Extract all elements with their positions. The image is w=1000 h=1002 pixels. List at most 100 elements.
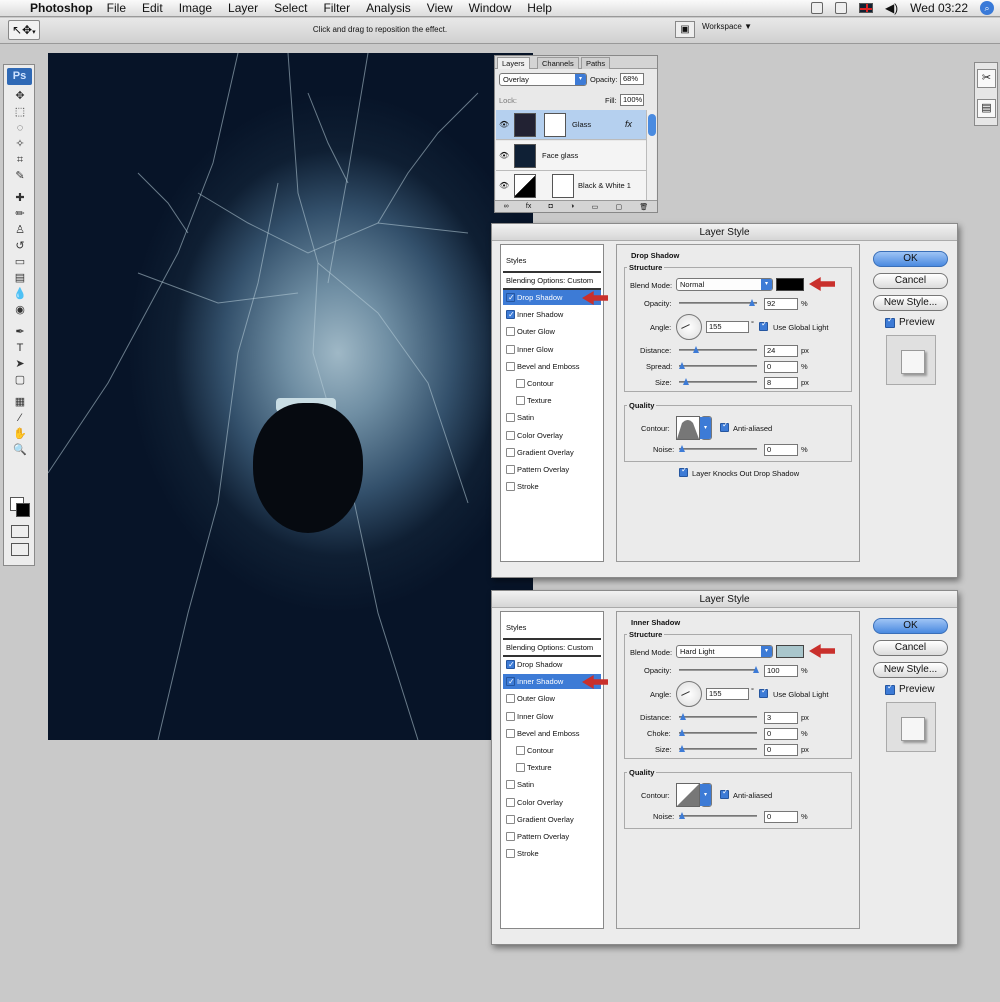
opacity-slider[interactable] [679,666,759,673]
eye-icon[interactable]: 👁 [499,181,509,190]
info-icon[interactable]: ▤ [977,99,996,118]
checkbox[interactable] [506,431,515,440]
checkbox[interactable] [506,712,515,721]
checkbox[interactable] [516,746,525,755]
move-tool-icon[interactable]: ✥ [9,89,31,104]
document-canvas[interactable] [48,53,533,740]
angle-dial[interactable] [676,681,702,707]
blur-tool-icon[interactable]: 💧 [9,287,31,302]
eye-icon[interactable]: 👁 [499,151,509,160]
menu-window[interactable]: Window [469,1,512,15]
cancel-button[interactable]: Cancel [873,273,948,289]
script-icon[interactable] [810,2,823,14]
checkbox[interactable] [506,694,515,703]
angle-dial[interactable] [676,314,702,340]
path-select-icon[interactable]: ➤ [9,357,31,372]
preview-checkbox[interactable] [885,315,895,328]
style-item-gradient-overlay[interactable]: Gradient Overlay [503,812,601,827]
camera-icon[interactable]: ▣ [675,21,695,38]
knockout-checkbox[interactable] [679,465,688,477]
eraser-icon[interactable]: ▭ [9,255,31,270]
type-tool-icon[interactable]: T [9,341,31,356]
distance-slider[interactable] [679,713,757,720]
contour-picker[interactable] [676,783,700,807]
anti-aliased-checkbox[interactable] [720,787,729,799]
size-field[interactable]: 8 [764,377,798,389]
menu-view[interactable]: View [427,1,453,15]
size-slider[interactable] [679,378,757,385]
style-item-bevel[interactable]: Bevel and Emboss [503,359,601,374]
blend-mode-select[interactable]: Hard Light ▾ [676,645,773,658]
eyedropper-tool-icon[interactable]: ⁄ [9,411,31,426]
layers-scrollbar[interactable] [646,110,656,200]
lasso-tool-icon[interactable]: ◌ [9,121,31,136]
style-item-satin[interactable]: Satin [503,410,601,425]
contour-picker[interactable] [676,416,700,440]
styles-header[interactable]: Styles [503,620,601,635]
tab-paths[interactable]: Paths [581,57,611,69]
style-item-stroke[interactable]: Stroke [503,479,601,494]
size-slider[interactable] [679,745,757,752]
checkbox[interactable] [516,379,525,388]
new-style-button[interactable]: New Style... [873,295,948,311]
opacity-field[interactable]: 100 [764,665,798,677]
volume-icon[interactable]: ◀) [885,1,898,15]
style-item-pattern-overlay[interactable]: Pattern Overlay [503,829,601,844]
menu-select[interactable]: Select [274,1,307,15]
anti-aliased-checkbox[interactable] [720,420,729,432]
noise-field[interactable]: 0 [764,444,798,456]
noise-slider[interactable] [679,445,757,452]
contour-dropdown[interactable]: ▾ [700,416,712,440]
style-item-contour[interactable]: Contour [503,743,601,758]
checkbox[interactable] [506,832,515,841]
style-item-color-overlay[interactable]: Color Overlay [503,795,601,810]
style-item-inner-shadow[interactable]: Inner Shadow [503,307,601,322]
magic-wand-icon[interactable]: ✧ [9,137,31,152]
style-item-inner-glow[interactable]: Inner Glow [503,342,601,357]
size-field[interactable]: 0 [764,744,798,756]
crop-tool-icon[interactable]: ⌗ [9,153,31,168]
noise-field[interactable]: 0 [764,811,798,823]
menu-help[interactable]: Help [527,1,552,15]
choke-field[interactable]: 0 [764,728,798,740]
bluetooth-icon[interactable] [834,2,847,14]
blending-options[interactable]: Blending Options: Custom [503,273,601,288]
flag-icon[interactable] [858,3,873,13]
new-layer-icon[interactable]: ▢ [616,203,623,211]
choke-slider[interactable] [679,729,757,736]
checkbox[interactable] [506,780,515,789]
checkbox[interactable] [506,448,515,457]
checkbox[interactable] [506,729,515,738]
style-item-drop-shadow[interactable]: Drop Shadow [503,657,601,672]
tab-layers[interactable]: Layers [497,57,530,69]
pen-tool-icon[interactable]: ✒ [9,325,31,340]
style-item-satin[interactable]: Satin [503,777,601,792]
global-light-checkbox[interactable] [759,686,768,698]
app-menu[interactable]: Photoshop [30,1,93,15]
menu-file[interactable]: File [107,1,126,15]
fill-field[interactable]: 100% [620,94,644,106]
marquee-tool-icon[interactable]: ⬚ [9,105,31,120]
opacity-field[interactable]: 92 [764,298,798,310]
checkbox[interactable] [506,482,515,491]
style-item-outer-glow[interactable]: Outer Glow [503,324,601,339]
shadow-color-swatch[interactable] [776,278,804,291]
angle-field[interactable]: 155 [706,321,749,333]
ps-logo[interactable]: Ps [7,68,32,85]
checkbox[interactable] [506,657,515,672]
brush-tool-icon[interactable]: ✏ [9,207,31,222]
trash-icon[interactable]: 🗑 [639,203,648,211]
checkbox[interactable] [516,396,525,405]
checkbox[interactable] [506,345,515,354]
zoom-tool-icon[interactable]: 🔍 [9,443,31,458]
style-item-stroke[interactable]: Stroke [503,846,601,861]
distance-slider[interactable] [679,346,757,353]
style-item-inner-glow[interactable]: Inner Glow [503,709,601,724]
style-item-gradient-overlay[interactable]: Gradient Overlay [503,445,601,460]
opacity-field[interactable]: 68% [620,73,644,85]
menu-filter[interactable]: Filter [323,1,350,15]
checkbox[interactable] [516,763,525,772]
opacity-slider[interactable] [679,299,757,306]
stamp-tool-icon[interactable]: ♙ [9,223,31,238]
distance-field[interactable]: 24 [764,345,798,357]
